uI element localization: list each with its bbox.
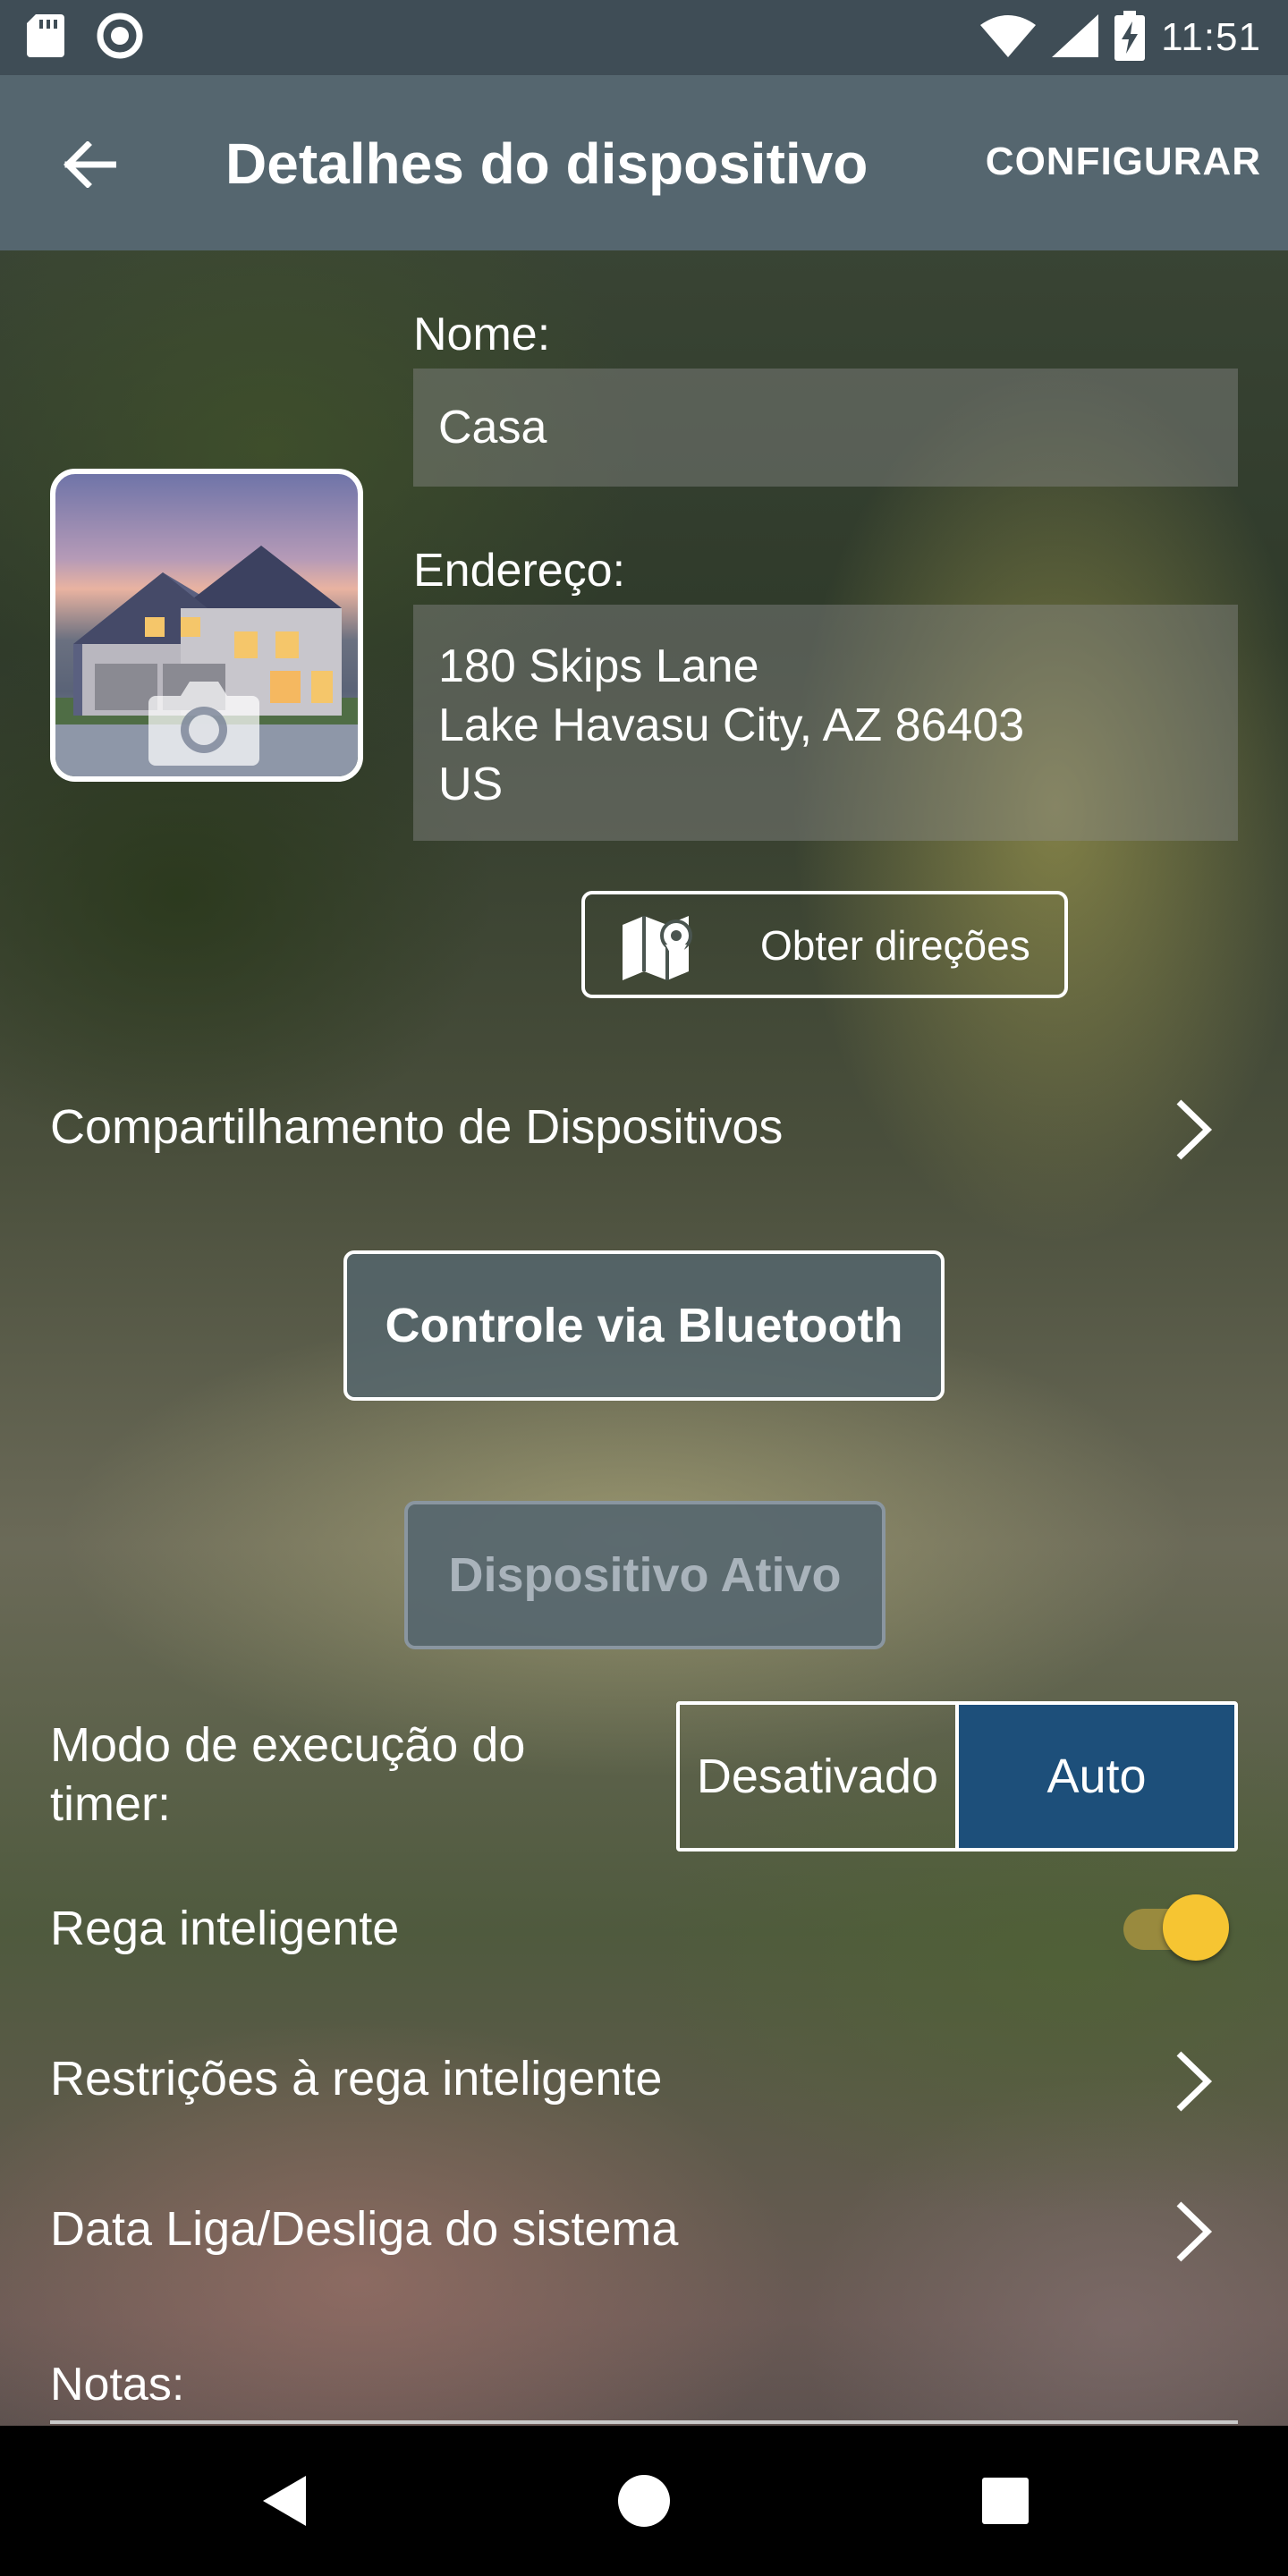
- timer-mode-off-option[interactable]: Desativado: [680, 1705, 959, 1848]
- device-sharing-label: Compartilhamento de Dispositivos: [50, 1100, 784, 1154]
- get-directions-button[interactable]: Obter direções: [581, 891, 1068, 998]
- device-sharing-row[interactable]: Compartilhamento de Dispositivos: [50, 1082, 1240, 1172]
- map-pin-icon: [623, 916, 692, 980]
- signal-icon: [1052, 13, 1099, 62]
- timer-mode-label: Modo de execução do timer:: [50, 1718, 526, 1831]
- smart-watering-restrictions-label: Restrições à rega inteligente: [50, 2052, 663, 2106]
- configure-button[interactable]: CONFIGURAR: [986, 140, 1261, 184]
- bluetooth-control-button[interactable]: Controle via Bluetooth: [343, 1250, 945, 1401]
- smart-watering-restrictions-row[interactable]: Restrições à rega inteligente: [50, 2034, 1240, 2123]
- address-label: Endereço:: [413, 545, 626, 597]
- address-field[interactable]: 180 Skips Lane Lake Havasu City, AZ 8640…: [413, 605, 1238, 841]
- smart-watering-row: Rega inteligente: [50, 1884, 1240, 1973]
- name-value: Casa: [438, 402, 547, 453]
- chevron-right-icon: [1176, 1099, 1213, 1160]
- back-button[interactable]: [54, 129, 125, 200]
- status-bar: 11:51: [0, 0, 1288, 75]
- status-time: 11:51: [1161, 15, 1261, 59]
- address-line-3: US: [438, 758, 504, 810]
- system-onoff-date-row[interactable]: Data Liga/Desliga do sistema: [50, 2184, 1240, 2274]
- chevron-right-icon: [1176, 2051, 1213, 2112]
- get-directions-label: Obter direções: [760, 922, 1030, 969]
- system-navigation-bar: [0, 2426, 1288, 2576]
- triangle-back-icon: [263, 2476, 306, 2526]
- wifi-icon: [980, 14, 1037, 62]
- app-bar: Detalhes do dispositivo CONFIGURAR: [0, 75, 1288, 250]
- active-device-button[interactable]: Dispositivo Ativo: [404, 1501, 886, 1649]
- notes-input[interactable]: [50, 2420, 1238, 2424]
- device-photo[interactable]: [50, 469, 363, 782]
- nav-recents-button[interactable]: [961, 2456, 1050, 2546]
- smart-watering-toggle[interactable]: [1122, 1894, 1231, 1962]
- circle-home-icon: [618, 2475, 670, 2527]
- battery-charging-icon: [1114, 10, 1146, 65]
- system-onoff-date-label: Data Liga/Desliga do sistema: [50, 2202, 679, 2256]
- nav-home-button[interactable]: [599, 2456, 689, 2546]
- smart-watering-label: Rega inteligente: [50, 1902, 400, 1955]
- sync-icon: [97, 13, 143, 64]
- page-title: Detalhes do dispositivo: [225, 131, 869, 196]
- chevron-right-icon: [1176, 2201, 1213, 2262]
- name-label: Nome:: [413, 309, 551, 360]
- timer-mode-auto-option[interactable]: Auto: [959, 1705, 1234, 1848]
- address-line-1: 180 Skips Lane: [438, 640, 759, 692]
- name-field[interactable]: Casa: [413, 369, 1238, 487]
- toggle-thumb: [1163, 1894, 1229, 1961]
- timer-mode-segmented-control: Desativado Auto: [676, 1701, 1238, 1852]
- address-line-2: Lake Havasu City, AZ 86403: [438, 699, 1025, 751]
- nav-back-button[interactable]: [240, 2456, 329, 2546]
- notes-label: Notas:: [50, 2359, 185, 2411]
- arrow-left-icon: [64, 141, 116, 188]
- sd-card-icon: [27, 13, 64, 62]
- square-recents-icon: [982, 2478, 1029, 2524]
- camera-icon: [148, 682, 259, 766]
